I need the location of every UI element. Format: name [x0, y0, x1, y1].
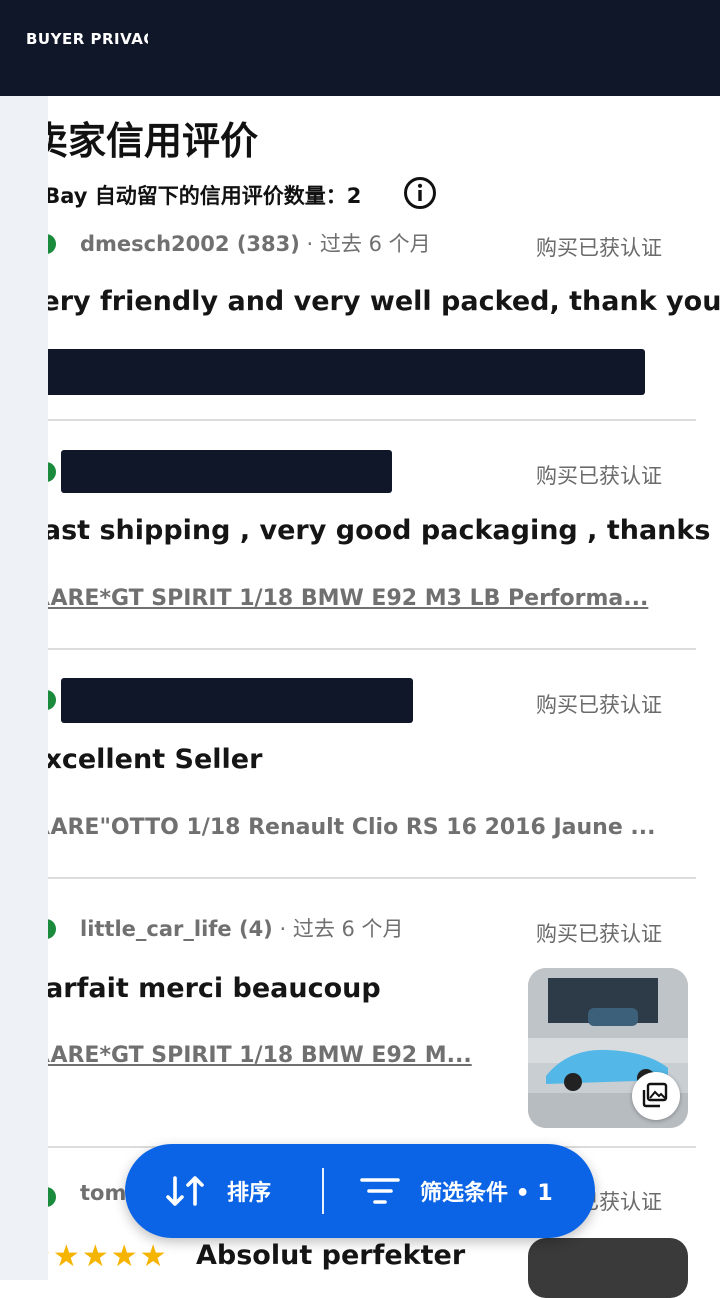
- review-dot: ·: [279, 917, 293, 941]
- top-bar: BUYER PRIVAC: [0, 0, 720, 96]
- review-comment: Fast shipping , very good packaging , th…: [26, 515, 711, 546]
- verified-purchase-label: 购买已获认证: [536, 693, 662, 717]
- review-comment: Parfait merci beaucoup: [26, 973, 381, 1004]
- divider: [48, 419, 696, 421]
- review-user: little_car_life (4) · 过去 6 个月: [80, 913, 404, 943]
- filter-lines-icon: [360, 1178, 400, 1204]
- divider: [48, 877, 696, 879]
- gallery-button[interactable]: [632, 1072, 680, 1120]
- review-username[interactable]: dmesch2002 (383): [80, 232, 300, 256]
- fab-separator: [322, 1168, 324, 1214]
- redacted-username: [61, 678, 413, 723]
- review-time: 过去 6 个月: [292, 917, 404, 941]
- info-icon[interactable]: [403, 176, 437, 210]
- review-comment: Very friendly and very well packed, than…: [22, 286, 720, 317]
- sort-filter-bar: 排序 筛选条件 • 1: [125, 1144, 595, 1238]
- review-item-link[interactable]: *RARE*GT SPIRIT 1/18 BMW E92 M...: [22, 1043, 472, 1068]
- star-icon: ★: [110, 1239, 138, 1274]
- review-dot: ·: [306, 232, 320, 256]
- sort-label: 排序: [227, 1181, 272, 1206]
- star-icon: ★: [139, 1239, 167, 1274]
- redacted-item: [0, 349, 645, 395]
- image-gallery-icon: [642, 1082, 668, 1108]
- review-time: 过去 6 个月: [319, 232, 431, 256]
- review-comment: Excellent Seller: [26, 744, 263, 775]
- filter-button[interactable]: 筛选条件 • 1: [360, 1144, 553, 1238]
- redacted-username: [61, 450, 392, 493]
- verified-purchase-label: 购买已获认证: [536, 464, 662, 488]
- filter-label: 筛选条件 • 1: [420, 1181, 553, 1206]
- top-bar-title: BUYER PRIVAC: [26, 30, 148, 48]
- sort-arrows-icon: [166, 1176, 204, 1206]
- review-photo[interactable]: [528, 1238, 688, 1298]
- verified-purchase-label: 购买已获认证: [536, 922, 662, 946]
- automatic-feedback-summary: eBay 自动留下的信用评价数量：2: [30, 184, 362, 208]
- review-item-title: *RARE"OTTO 1/18 Renault Clio RS 16 2016 …: [22, 815, 656, 840]
- verified-purchase-label: 购买已获认证: [536, 236, 662, 260]
- divider: [48, 648, 696, 650]
- page-title: 卖家信用评价: [30, 119, 259, 163]
- review-username[interactable]: little_car_life (4): [80, 917, 273, 941]
- review-username[interactable]: tom: [80, 1181, 126, 1205]
- review-item-link[interactable]: *RARE*GT SPIRIT 1/18 BMW E92 M3 LB Perfo…: [22, 586, 648, 611]
- star-icon: ★: [52, 1239, 80, 1274]
- sort-button[interactable]: 排序: [165, 1144, 271, 1238]
- star-icon: ★: [81, 1239, 109, 1274]
- review-user: tom: [80, 1181, 126, 1205]
- review-comment: Absolut perfekter: [196, 1240, 466, 1271]
- review-photo[interactable]: [528, 968, 688, 1128]
- review-user: dmesch2002 (383) · 过去 6 个月: [80, 228, 431, 258]
- drawer-edge: [0, 96, 48, 1280]
